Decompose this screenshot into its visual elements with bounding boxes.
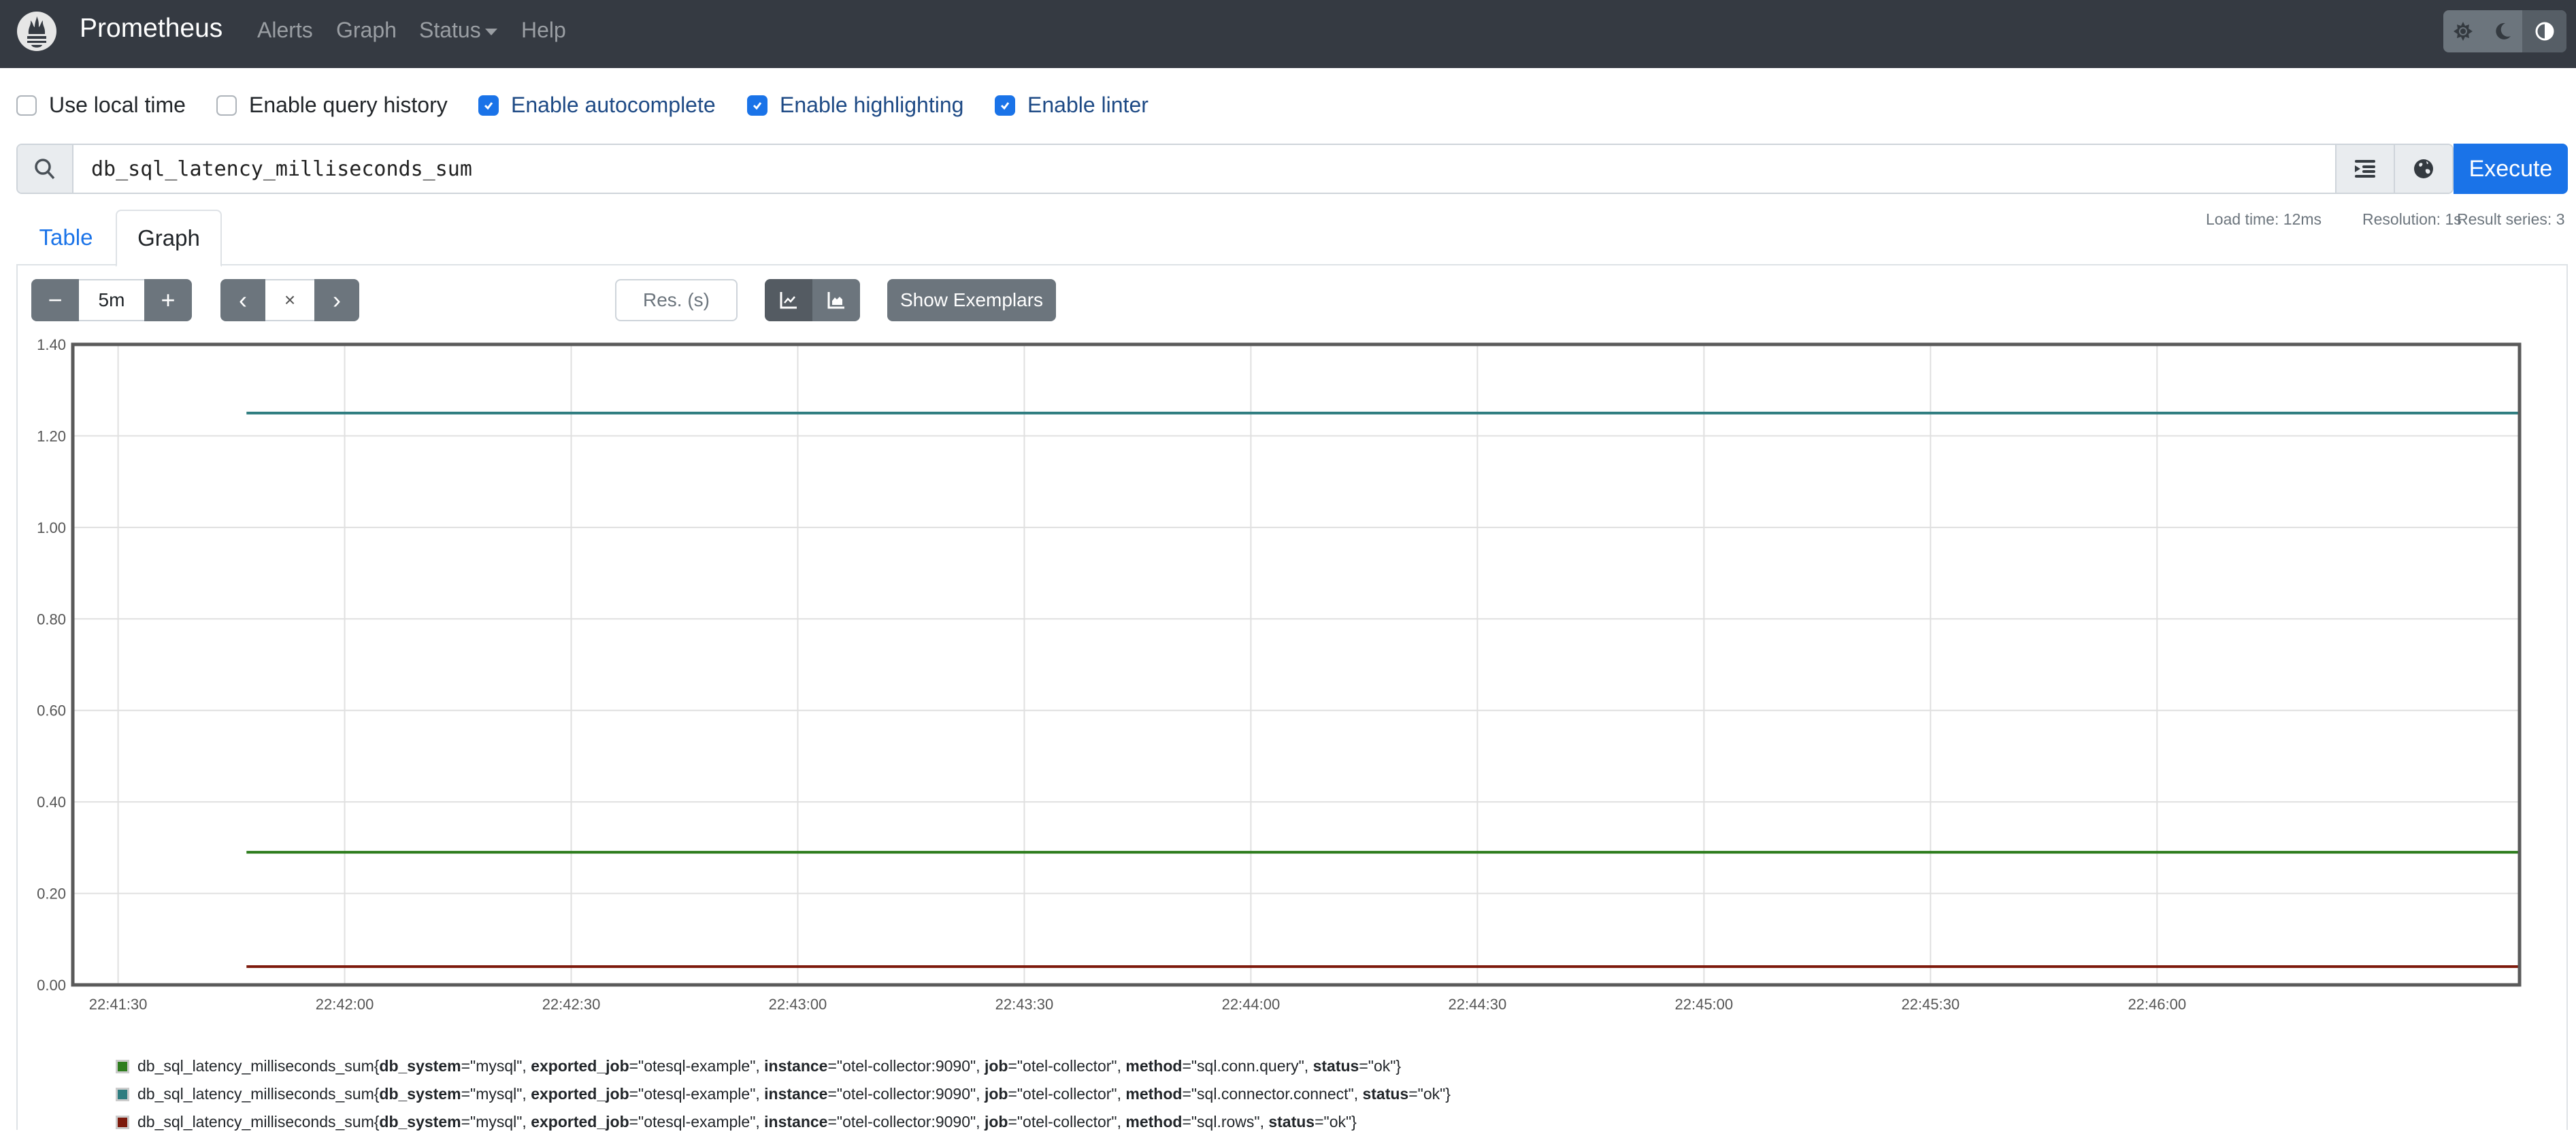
area-chart-icon	[827, 292, 844, 309]
resolution-input[interactable]: Res. (s)	[615, 279, 738, 321]
search-icon-addon	[18, 145, 73, 193]
option-use-local-time[interactable]: Use local time	[16, 93, 186, 118]
y-tick-label: 0.20	[37, 886, 66, 903]
option-label: Use local time	[49, 93, 186, 117]
query-bar: db_sql_latency_milliseconds_sum	[16, 144, 2454, 194]
theme-toggle-group	[2443, 10, 2566, 52]
caret-down-icon	[484, 28, 497, 35]
contrast-icon	[2535, 22, 2554, 41]
resolution: Resolution: 1s	[2362, 210, 2462, 228]
increase-range-button[interactable]: +	[144, 279, 192, 321]
option-enable-linter[interactable]: Enable linter	[995, 93, 1149, 118]
y-tick-label: 0.40	[37, 794, 66, 811]
range-input[interactable]: 5m	[79, 279, 144, 321]
sun-icon	[2454, 22, 2473, 41]
x-tick-label: 22:45:00	[1675, 996, 1734, 1013]
plot-frame	[71, 342, 2522, 987]
x-tick-label: 22:42:00	[316, 996, 374, 1013]
tab-graph[interactable]: Graph	[116, 210, 222, 267]
option-label: Enable linter	[1027, 93, 1149, 117]
graph-chart[interactable]: 0.00 0.20 0.40 0.60 0.80 1.00 1.20 1.40 22:41:3…	[0, 327, 2576, 1048]
x-tick-label: 22:44:00	[1222, 996, 1281, 1013]
series-lines	[246, 411, 2520, 969]
navbar: Prometheus Alerts Graph Status Help	[0, 0, 2576, 68]
legend-item[interactable]: db_sql_latency_milliseconds_sum{db_syste…	[116, 1052, 1451, 1080]
end-time-control: ‹ × ›	[220, 279, 359, 321]
y-tick-label: 0.00	[37, 977, 66, 994]
y-tick-label: 1.20	[37, 427, 66, 444]
expression-input[interactable]: db_sql_latency_milliseconds_sum	[73, 145, 2335, 193]
legend-item[interactable]: db_sql_latency_milliseconds_sum{db_syste…	[116, 1080, 1451, 1108]
nav-status-label: Status	[419, 18, 481, 42]
x-tick-label: 22:46:00	[2128, 996, 2186, 1013]
option-label: Enable highlighting	[780, 93, 964, 117]
grid	[73, 344, 2520, 986]
legend-swatch	[116, 1059, 129, 1073]
nav-help[interactable]: Help	[521, 18, 566, 43]
y-tick-label: 0.80	[37, 611, 66, 628]
legend: db_sql_latency_milliseconds_sum{db_syste…	[116, 1052, 1451, 1136]
clear-end-time-button[interactable]: ×	[265, 279, 314, 321]
x-tick-label: 22:44:30	[1449, 996, 1507, 1013]
show-exemplars-button[interactable]: Show Exemplars	[887, 279, 1056, 321]
decrease-range-button[interactable]: −	[31, 279, 79, 321]
line-chart-icon	[780, 292, 797, 309]
execute-button[interactable]: Execute	[2454, 144, 2568, 194]
nav-status-dropdown[interactable]: Status	[419, 18, 497, 43]
legend-swatch	[116, 1087, 129, 1101]
tab-table[interactable]: Table	[16, 210, 116, 265]
checkbox-checked[interactable]	[995, 95, 1015, 116]
checkbox[interactable]	[216, 95, 237, 116]
nav-alerts[interactable]: Alerts	[257, 18, 313, 43]
auto-theme-button[interactable]	[2522, 10, 2566, 52]
y-axis-ticks: 0.00 0.20 0.40 0.60 0.80 1.00 1.20 1.40	[37, 336, 66, 994]
y-tick-label: 1.40	[37, 336, 66, 353]
option-enable-highlighting[interactable]: Enable highlighting	[747, 93, 963, 118]
y-tick-label: 0.60	[37, 702, 66, 719]
x-tick-label: 22:45:30	[1901, 996, 1960, 1013]
checkbox[interactable]	[16, 95, 37, 116]
option-label: Enable autocomplete	[511, 93, 716, 117]
globe-icon	[2414, 159, 2433, 178]
x-tick-label: 22:41:30	[89, 996, 148, 1013]
check-icon	[753, 101, 762, 110]
checkbox-checked[interactable]	[747, 95, 767, 116]
x-tick-label: 22:43:00	[769, 996, 827, 1013]
y-tick-label: 1.00	[37, 519, 66, 536]
line-chart-button[interactable]	[765, 279, 812, 321]
result-series: Result series: 3	[2457, 210, 2565, 228]
indent-icon	[2355, 160, 2375, 178]
load-time: Load time: 12ms	[2206, 210, 2322, 228]
previous-range-button[interactable]: ‹	[220, 279, 265, 321]
option-enable-query-history[interactable]: Enable query history	[216, 93, 448, 118]
legend-label: db_sql_latency_milliseconds_sum{db_syste…	[137, 1085, 1451, 1103]
legend-item[interactable]: db_sql_latency_milliseconds_sum{db_syste…	[116, 1108, 1451, 1136]
legend-label: db_sql_latency_milliseconds_sum{db_syste…	[137, 1113, 1357, 1131]
moon-icon	[2496, 22, 2511, 39]
option-enable-autocomplete[interactable]: Enable autocomplete	[478, 93, 716, 118]
x-tick-label: 22:42:30	[542, 996, 601, 1013]
option-label: Enable query history	[249, 93, 448, 117]
chart-type-toggle	[765, 279, 860, 321]
metrics-explorer-button[interactable]	[2394, 145, 2452, 193]
light-theme-button[interactable]	[2443, 10, 2483, 52]
range-control: − 5m +	[31, 279, 192, 321]
search-icon	[35, 159, 55, 180]
check-icon	[1000, 101, 1010, 110]
dark-theme-button[interactable]	[2483, 10, 2522, 52]
format-expression-button[interactable]	[2335, 145, 2394, 193]
x-axis-ticks: 22:41:30 22:42:00 22:42:30 22:43:00 22:43:30…	[89, 996, 2186, 1013]
x-tick-label: 22:43:30	[995, 996, 1054, 1013]
prometheus-logo-icon[interactable]	[16, 11, 57, 52]
next-range-button[interactable]: ›	[314, 279, 359, 321]
checkbox-checked[interactable]	[478, 95, 499, 116]
legend-label: db_sql_latency_milliseconds_sum{db_syste…	[137, 1057, 1402, 1075]
legend-swatch	[116, 1115, 129, 1129]
nav-graph[interactable]: Graph	[336, 18, 397, 43]
tabs-divider	[16, 264, 2568, 265]
check-icon	[484, 101, 493, 110]
stacked-chart-button[interactable]	[812, 279, 860, 321]
brand-title[interactable]: Prometheus	[80, 14, 222, 44]
